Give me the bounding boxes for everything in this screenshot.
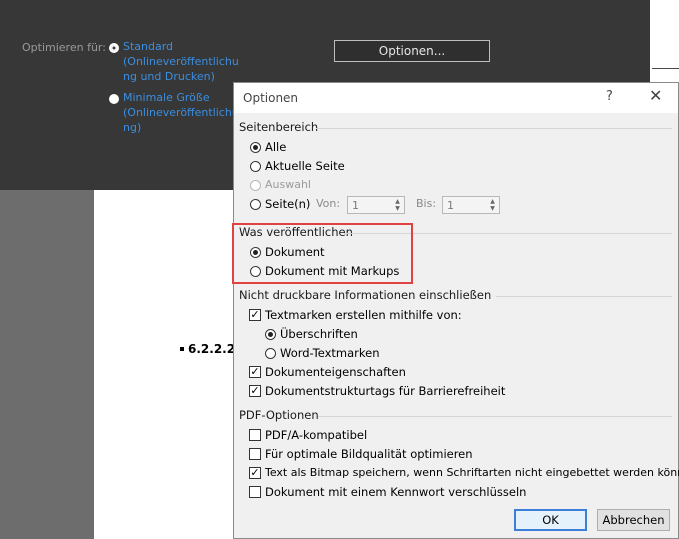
- radio-word-bookmarks[interactable]: [265, 348, 276, 359]
- option-minimal-line-2: (Onlineveröffentlichu: [123, 106, 239, 119]
- checkbox-encrypt[interactable]: [249, 486, 261, 498]
- checkbox-structure-tags-label[interactable]: Dokumentstrukturtags für Barrierefreihei…: [265, 384, 505, 398]
- checkbox-pdfa-label[interactable]: PDF/A-kompatibel: [265, 428, 367, 442]
- highlight-annotation: [232, 223, 413, 284]
- checkbox-bookmarks-label[interactable]: Textmarken erstellen mithilfe von:: [265, 308, 462, 322]
- option-standard-label[interactable]: Standard (Onlineveröffentlichu ng und Dr…: [123, 39, 239, 84]
- checkbox-image-quality[interactable]: [249, 448, 261, 460]
- section-title-page-range: Seitenbereich: [239, 120, 319, 134]
- radio-selection-label: Auswahl: [265, 178, 311, 191]
- section-title-nonprint: Nicht druckbare Informationen einschließ…: [239, 288, 492, 302]
- to-spinner[interactable]: 1 ▲ ▼: [442, 196, 500, 214]
- options-dialog: Optionen ? ✕ Seitenbereich Alle Aktuelle…: [233, 82, 679, 539]
- checkbox-doc-properties-label[interactable]: Dokumenteigenschaften: [265, 365, 406, 379]
- checkbox-bookmarks[interactable]: ✓: [249, 309, 261, 321]
- to-value: 1: [447, 199, 454, 212]
- dialog-titlebar: Optionen ? ✕: [234, 83, 678, 113]
- close-icon[interactable]: ✕: [649, 86, 662, 105]
- option-minimal-label[interactable]: Minimale Größe (Onlineveröffentlichu ng): [123, 90, 239, 135]
- section-divider: [318, 416, 672, 417]
- radio-current-page-label[interactable]: Aktuelle Seite: [265, 159, 345, 173]
- radio-pages-label[interactable]: Seite(n): [265, 197, 310, 211]
- cancel-button[interactable]: Abbrechen: [597, 509, 670, 531]
- from-value: 1: [352, 199, 359, 212]
- checkbox-doc-properties[interactable]: ✓: [249, 366, 261, 378]
- app-background: [0, 190, 94, 539]
- radio-current-page[interactable]: [250, 161, 261, 172]
- option-standard-line-3: ng und Drucken): [123, 70, 215, 83]
- radio-standard[interactable]: [109, 43, 119, 53]
- dialog-title: Optionen: [243, 91, 299, 105]
- radio-all[interactable]: [250, 142, 261, 153]
- radio-pages[interactable]: [250, 199, 261, 210]
- optimize-for-label: Optimieren für:: [22, 41, 106, 54]
- radio-minimal-size[interactable]: [109, 94, 119, 104]
- option-standard-line-1: Standard: [123, 40, 174, 53]
- checkbox-encrypt-label[interactable]: Dokument mit einem Kennwort verschlüssel…: [265, 485, 526, 499]
- radio-headings-label[interactable]: Überschriften: [280, 327, 358, 341]
- checkbox-bitmap-text[interactable]: ✓: [249, 467, 261, 479]
- help-icon[interactable]: ?: [606, 89, 613, 104]
- option-standard-line-2: (Onlineveröffentlichu: [123, 55, 239, 68]
- checkbox-image-quality-label[interactable]: Für optimale Bildqualität optimieren: [265, 447, 473, 461]
- document-heading: 6.2.2.2.: [188, 342, 240, 356]
- section-title-pdf: PDF-Optionen: [239, 408, 319, 422]
- ok-button[interactable]: OK: [514, 509, 587, 531]
- checkbox-pdfa[interactable]: [249, 429, 261, 441]
- section-divider: [316, 128, 672, 129]
- heading-marker: [180, 347, 184, 351]
- spin-down-icon[interactable]: ▼: [392, 205, 403, 212]
- from-spinner[interactable]: 1 ▲ ▼: [347, 196, 405, 214]
- spin-down-icon[interactable]: ▼: [487, 205, 498, 212]
- to-label: Bis:: [416, 197, 437, 210]
- radio-selection: [250, 180, 261, 191]
- spin-up-icon[interactable]: ▲: [487, 198, 498, 205]
- option-minimal-line-3: ng): [123, 121, 142, 134]
- checkbox-structure-tags[interactable]: ✓: [249, 385, 261, 397]
- options-button[interactable]: Optionen...: [334, 40, 490, 62]
- radio-headings[interactable]: [265, 329, 276, 340]
- radio-all-label[interactable]: Alle: [265, 140, 286, 154]
- radio-word-bookmarks-label[interactable]: Word-Textmarken: [280, 346, 380, 360]
- spin-up-icon[interactable]: ▲: [392, 198, 403, 205]
- from-label: Von:: [316, 197, 341, 210]
- option-minimal-line-1: Minimale Größe: [123, 91, 210, 104]
- section-divider: [496, 296, 672, 297]
- checkbox-bitmap-text-label[interactable]: Text als Bitmap speichern, wenn Schrifta…: [265, 466, 679, 479]
- document-ruler-line: [652, 68, 679, 69]
